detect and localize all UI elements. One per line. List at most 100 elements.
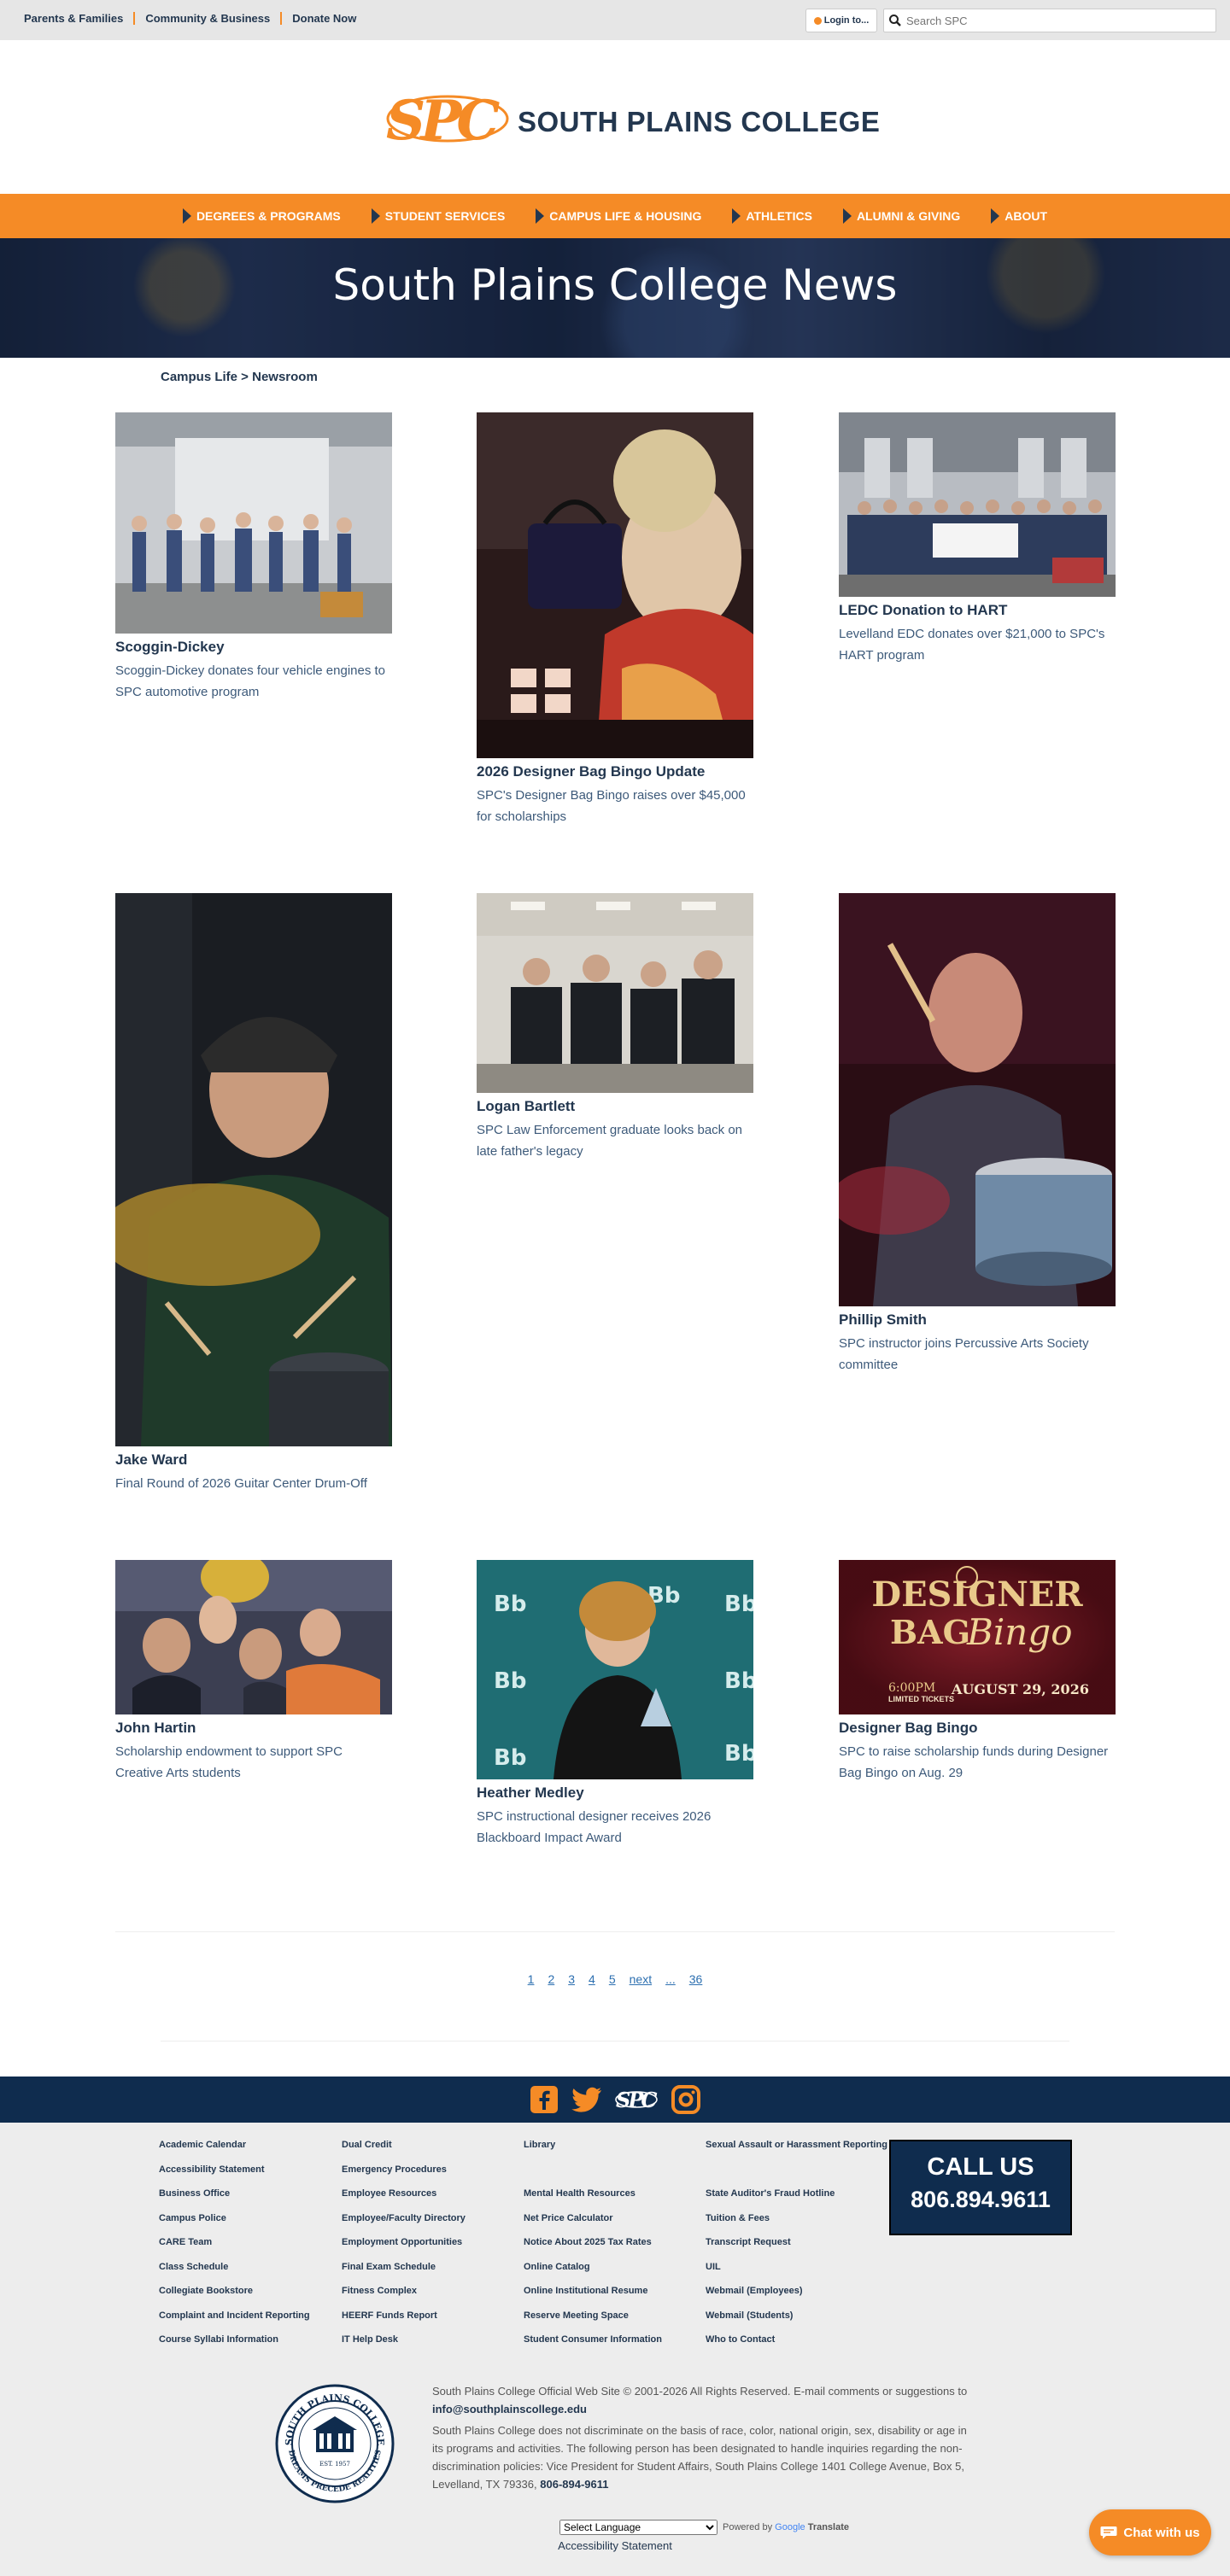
news-card[interactable]: LEDC Donation to HART Levelland EDC dona… [839,412,1116,666]
footer-link[interactable]: Campus Police [159,2213,310,2238]
facebook-icon[interactable] [528,2083,560,2116]
footer-link[interactable]: Course Syllabi Information [159,2334,310,2359]
login-button[interactable]: Login to... [805,9,877,32]
accessibility-statement-link[interactable]: Accessibility Statement [0,2539,1230,2552]
news-title[interactable]: Heather Medley [477,1785,753,1802]
news-photo-john-hartin[interactable] [115,1560,392,1714]
footer-link[interactable]: Business Office [159,2188,310,2213]
footer-link[interactable]: UIL [706,2262,887,2287]
nav-alumni-giving[interactable]: ALUMNI & GIVING [842,208,960,224]
page-link-4[interactable]: 4 [589,1972,595,1986]
utility-link-community[interactable]: Community & Business [133,12,280,25]
page-ellipsis[interactable]: ... [665,1972,676,1986]
page-link-last[interactable]: 36 [689,1972,703,1986]
news-photo-heather-medley[interactable]: Bb Bb Bb Bb Bb Bb Bb [477,1560,753,1779]
footer-link[interactable]: Who to Contact [706,2334,887,2359]
news-card[interactable]: Logan Bartlett SPC Law Enforcement gradu… [477,893,753,1162]
news-card[interactable]: DESIGNER BAG Bingo 6:00PM LIMITED TICKET… [839,1560,1116,1784]
footer-link[interactable]: IT Help Desk [342,2334,466,2359]
footer-link[interactable]: Net Price Calculator [524,2213,662,2238]
footer-link[interactable]: Employment Opportunities [342,2237,466,2262]
news-photo-phillip-smith[interactable] [839,893,1116,1306]
news-title[interactable]: John Hartin [115,1720,392,1737]
footer-link[interactable]: HEERF Funds Report [342,2310,466,2335]
chat-button[interactable]: Chat with us [1089,2509,1211,2556]
news-card[interactable]: Jake Ward Final Round of 2026 Guitar Cen… [115,893,392,1494]
page-link-2[interactable]: 2 [548,1972,554,1986]
search-input[interactable] [906,14,1197,27]
footer-link[interactable]: Online Catalog [524,2262,662,2287]
page-link-3[interactable]: 3 [568,1972,575,1986]
footer-link[interactable]: Webmail (Students) [706,2310,887,2335]
news-title[interactable]: Jake Ward [115,1452,392,1469]
bingo-banner-limited: LIMITED TICKETS [888,1695,954,1703]
news-title[interactable]: 2026 Designer Bag Bingo Update [477,763,753,780]
page-link-1[interactable]: 1 [528,1972,535,1986]
footer-link[interactable]: Employee/Faculty Directory [342,2213,466,2238]
footer-link[interactable]: State Auditor's Fraud Hotline [706,2188,887,2213]
news-card[interactable]: John Hartin Scholarship endowment to sup… [115,1560,392,1784]
news-card[interactable]: Phillip Smith SPC instructor joins Percu… [839,893,1116,1376]
contact-phone[interactable]: 806-894-9611 [540,2478,608,2491]
twitter-icon[interactable] [571,2083,603,2116]
footer-link[interactable]: Sexual Assault or Harassment Reporting [706,2140,887,2164]
search-box[interactable] [883,9,1216,32]
translate-label[interactable]: Translate [808,2522,849,2532]
legal-text: South Plains College Official Web Site ©… [432,2382,979,2493]
footer-link[interactable]: Dual Credit [342,2140,466,2164]
news-photo-designer-bag-bingo-update[interactable] [477,412,753,758]
footer-link[interactable]: Final Exam Schedule [342,2262,466,2287]
nav-student-services[interactable]: STUDENT SERVICES [371,208,505,224]
nav-campus-life-housing[interactable]: CAMPUS LIFE & HOUSING [536,208,701,224]
footer-link[interactable]: Library [524,2140,662,2164]
nav-arrow-icon [991,208,1000,224]
footer-link[interactable]: Transcript Request [706,2237,887,2262]
news-title[interactable]: Logan Bartlett [477,1098,753,1115]
news-photo-jake-ward[interactable] [115,893,392,1446]
call-us-box[interactable]: CALL US 806.894.9611 [889,2140,1072,2235]
news-photo-designer-bag-bingo[interactable]: DESIGNER BAG Bingo 6:00PM LIMITED TICKET… [839,1560,1116,1714]
footer-link[interactable]: Tuition & Fees [706,2213,887,2238]
footer-link[interactable]: Academic Calendar [159,2140,310,2164]
news-photo-scoggin-dickey[interactable] [115,412,392,634]
news-photo-ledc-donation[interactable] [839,412,1116,597]
page-link-5[interactable]: 5 [609,1972,616,1986]
page-link-next[interactable]: next [630,1972,652,1986]
news-card[interactable]: 2026 Designer Bag Bingo Update SPC's Des… [477,412,753,827]
footer-link[interactable]: Webmail (Employees) [706,2286,887,2310]
nav-degrees-programs[interactable]: DEGREES & PROGRAMS [182,208,341,224]
footer-link[interactable]: Mental Health Resources [524,2188,662,2213]
footer-link[interactable]: Notice About 2025 Tax Rates [524,2237,662,2262]
spc-icon[interactable]: SPC [613,2083,659,2116]
utility-link-parents[interactable]: Parents & Families [24,12,133,25]
call-us-label: CALL US [927,2153,1034,2181]
utility-link-donate[interactable]: Donate Now [280,12,366,25]
footer-link[interactable]: Complaint and Incident Reporting [159,2310,310,2335]
footer-link[interactable]: Collegiate Bookstore [159,2286,310,2310]
news-desc: Levelland EDC donates over $21,000 to SP… [839,627,1105,663]
search-icon[interactable] [884,9,906,32]
breadcrumb[interactable]: Campus Life > Newsroom [161,370,318,384]
news-title[interactable]: Designer Bag Bingo [839,1720,1116,1737]
nav-athletics[interactable]: ATHLETICS [732,208,812,224]
footer-link[interactable]: Class Schedule [159,2262,310,2287]
footer-link[interactable]: Reserve Meeting Space [524,2310,662,2335]
footer-link[interactable]: Employee Resources [342,2188,466,2213]
news-title[interactable]: Scoggin-Dickey [115,639,392,656]
language-select[interactable]: Select Language [559,2520,718,2535]
news-title[interactable]: LEDC Donation to HART [839,602,1116,619]
footer-link[interactable]: CARE Team [159,2237,310,2262]
news-photo-logan-bartlett[interactable] [477,893,753,1093]
footer-link[interactable]: Fitness Complex [342,2286,466,2310]
news-card[interactable]: Scoggin-Dickey Scoggin-Dickey donates fo… [115,412,392,703]
footer-link[interactable]: Accessibility Statement [159,2164,310,2189]
instagram-icon[interactable] [670,2083,702,2116]
news-title[interactable]: Phillip Smith [839,1311,1116,1329]
footer-link[interactable]: Online Institutional Resume [524,2286,662,2310]
footer-link[interactable]: Emergency Procedures [342,2164,466,2189]
contact-email[interactable]: info@southplainscollege.edu [432,2403,587,2415]
footer-link[interactable]: Student Consumer Information [524,2334,662,2359]
site-logo[interactable]: SPC SOUTH PLAINS COLLEGE [384,86,880,151]
nav-about[interactable]: ABOUT [991,208,1047,224]
news-card[interactable]: Bb Bb Bb Bb Bb Bb Bb Heather Medley SPC instr… [477,1560,753,1849]
